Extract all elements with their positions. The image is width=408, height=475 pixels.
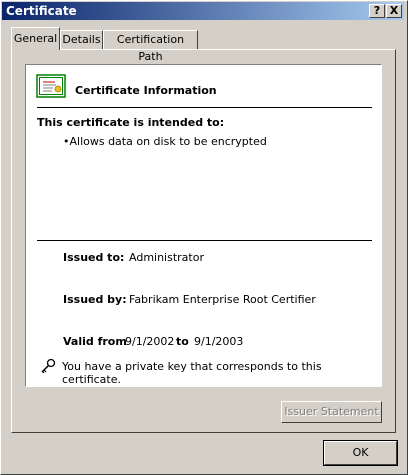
private-key-note: You have a private key that corresponds … [62, 360, 322, 386]
certificate-info-box: Certificate Information This certificate… [25, 64, 382, 387]
tab-details[interactable]: Details [60, 30, 103, 49]
tab-certification-path[interactable]: Certification Path [103, 30, 198, 63]
help-button[interactable]: ? [369, 4, 385, 18]
certificate-icon [36, 74, 66, 98]
issued-to-value: Administrator [129, 251, 204, 264]
valid-from-value: 9/1/2002 [125, 335, 175, 348]
close-button[interactable]: X [386, 4, 402, 18]
ok-button[interactable]: OK [324, 441, 397, 465]
certificate-info-heading: Certificate Information [75, 84, 217, 97]
divider [37, 107, 372, 108]
title-bar[interactable]: Certificate ? X [2, 2, 404, 20]
purpose-item: •Allows data on disk to be encrypted [63, 135, 267, 148]
divider [37, 240, 372, 241]
issued-to-label: Issued to: [63, 251, 125, 264]
issuer-statement-button[interactable]: Issuer Statement [281, 401, 382, 423]
key-icon [41, 358, 56, 374]
valid-from-label: Valid from [63, 335, 127, 348]
valid-to-label: to [176, 335, 189, 348]
issuer-statement-label: Issuer Statement [284, 405, 379, 418]
intended-purposes-heading: This certificate is intended to: [37, 116, 225, 129]
issued-by-label: Issued by: [63, 293, 127, 306]
window-title: Certificate [6, 4, 77, 18]
valid-to-value: 9/1/2003 [194, 335, 244, 348]
issued-by-value: Fabrikam Enterprise Root Certifier [129, 293, 316, 306]
tab-general[interactable]: General [11, 27, 60, 50]
